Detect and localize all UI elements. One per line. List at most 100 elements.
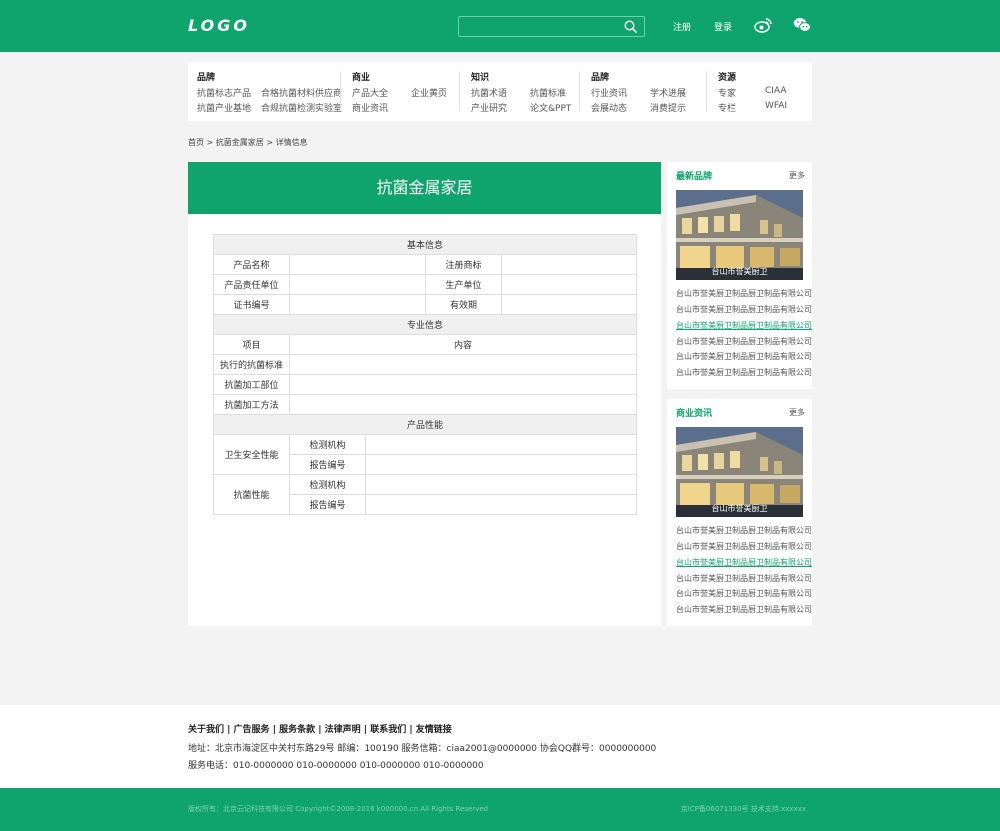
- register-link[interactable]: 注册: [673, 20, 691, 33]
- nav-item[interactable]: 论文&PPT: [530, 101, 571, 114]
- side-link[interactable]: 台山市誉美厨卫制品厨卫制品有限公司: [676, 351, 812, 362]
- side-link[interactable]: 台山市誉美厨卫制品厨卫制品有限公司: [676, 604, 812, 615]
- nav-divider: [459, 71, 460, 111]
- detail-panel: 抗菌金属家居 基本信息 产品名称 注册商标 产品责任单位 生产单位 证书编号 有…: [188, 162, 661, 626]
- side-link[interactable]: 台山市誉美厨卫制品厨卫制品有限公司: [676, 588, 812, 599]
- nav-item[interactable]: 抗菌标志产品: [197, 86, 251, 99]
- label-validity: 有效期: [425, 294, 502, 315]
- weibo-icon[interactable]: [754, 17, 772, 33]
- value-responsible: [289, 274, 426, 295]
- side-link[interactable]: 台山市誉美厨卫制品厨卫制品有限公司: [676, 320, 812, 331]
- nav-item[interactable]: 专家: [718, 86, 736, 99]
- value-validity: [500, 294, 638, 315]
- value-report-no: [364, 454, 638, 475]
- label-part: 抗菌加工部位: [213, 374, 290, 395]
- nav-item[interactable]: 合格抗菌材料供应商: [261, 86, 342, 99]
- nav-item[interactable]: 抗菌产业基地: [197, 101, 251, 114]
- nav-item[interactable]: 抗菌术语: [471, 86, 507, 99]
- value-test-org: [364, 434, 638, 455]
- copyright-text: 版权所有：北京云记科技有限公司 Copyright©2008-2016 k000…: [188, 805, 489, 813]
- product-info-table: 基本信息 产品名称 注册商标 产品责任单位 生产单位 证书编号 有效期 专业信息…: [212, 234, 638, 515]
- label-content: 内容: [288, 334, 638, 355]
- page-title: 抗菌金属家居: [188, 162, 661, 214]
- label-item: 项目: [213, 334, 290, 355]
- panel-title: 最新品牌: [676, 172, 713, 182]
- section-header: 基本信息: [212, 234, 638, 255]
- side-link[interactable]: 台山市誉美厨卫制品厨卫制品有限公司: [676, 573, 812, 584]
- side-link[interactable]: 台山市誉美厨卫制品厨卫制品有限公司: [676, 336, 812, 347]
- side-link[interactable]: 台山市誉美厨卫制品厨卫制品有限公司: [676, 557, 812, 568]
- side-link[interactable]: 台山市誉美厨卫制品厨卫制品有限公司: [676, 304, 812, 315]
- nav-item[interactable]: 产品大全: [352, 86, 388, 99]
- nav-item[interactable]: CIAA: [765, 86, 787, 96]
- icp-text: 京ICP备06071330号 技术支持:xxxxxx: [680, 805, 806, 813]
- label-trademark: 注册商标: [425, 254, 502, 275]
- footer: 关于我们 | 广告服务 | 服务条款 | 法律声明 | 联系我们 | 友情链接 …: [0, 705, 1000, 788]
- login-link[interactable]: 登录: [714, 20, 732, 33]
- search-icon[interactable]: [624, 20, 637, 33]
- nav-item[interactable]: 抗菌标准: [530, 86, 566, 99]
- news-image[interactable]: 台山市誉美厨卫: [676, 427, 803, 517]
- category-nav: 品牌 抗菌标志产品 合格抗菌材料供应商 抗菌产业基地 合规抗菌检测实验室 商业 …: [188, 62, 812, 121]
- nav-group-title[interactable]: 品牌: [197, 70, 215, 83]
- nav-item[interactable]: 会展动态: [591, 101, 627, 114]
- side-link[interactable]: 台山市誉美厨卫制品厨卫制品有限公司: [676, 525, 812, 536]
- business-news-panel: 商业资讯 更多 台山市誉美厨卫 台山市誉美厨卫制品厨卫制品有限公司 台山市誉美厨…: [667, 399, 812, 626]
- header: LOGO 注册 登录: [0, 0, 1000, 52]
- nav-item[interactable]: 消费提示: [650, 101, 686, 114]
- latest-brands-panel: 最新品牌 更多 台山市誉美厨卫 台山市誉美厨卫制品厨卫制品有限公司 台山市誉美厨…: [667, 162, 812, 389]
- image-caption: 台山市誉美厨卫: [711, 267, 768, 276]
- value-product-name: [289, 254, 426, 275]
- nav-divider: [579, 71, 580, 111]
- nav-item[interactable]: 学术进展: [650, 86, 686, 99]
- nav-item[interactable]: 合规抗菌检测实验室: [261, 101, 342, 114]
- label-hygiene: 卫生安全性能: [213, 434, 290, 475]
- nav-divider: [706, 71, 707, 111]
- footer-phone: 服务电话：010-0000000 010-0000000 010-0000000…: [188, 761, 484, 771]
- panel-title: 商业资讯: [676, 409, 713, 419]
- more-link[interactable]: 更多: [789, 407, 805, 418]
- side-link[interactable]: 台山市誉美厨卫制品厨卫制品有限公司: [676, 541, 812, 552]
- image-caption: 台山市誉美厨卫: [711, 504, 768, 513]
- search-box[interactable]: [458, 16, 645, 37]
- brand-image[interactable]: 台山市誉美厨卫: [676, 190, 803, 280]
- nav-item[interactable]: 商业资讯: [352, 101, 388, 114]
- nav-group-title[interactable]: 商业: [352, 70, 370, 83]
- value-test-org: [364, 474, 638, 495]
- footer-links[interactable]: 关于我们 | 广告服务 | 服务条款 | 法律声明 | 联系我们 | 友情链接: [188, 722, 452, 735]
- label-manufacturer: 生产单位: [425, 274, 502, 295]
- nav-group-title[interactable]: 品牌: [591, 70, 609, 83]
- label-standard: 执行的抗菌标准: [213, 354, 290, 375]
- value-trademark: [500, 254, 638, 275]
- copyright-bar: 版权所有：北京云记科技有限公司 Copyright©2008-2016 k000…: [0, 788, 1000, 831]
- nav-item[interactable]: 企业黄页: [411, 86, 447, 99]
- wechat-icon[interactable]: [793, 17, 811, 33]
- value-report-no: [364, 494, 638, 515]
- nav-item[interactable]: WFAI: [765, 101, 787, 111]
- side-link[interactable]: 台山市誉美厨卫制品厨卫制品有限公司: [676, 367, 812, 378]
- value-standard: [288, 354, 638, 375]
- value-part: [288, 374, 638, 395]
- footer-address: 地址：北京市海淀区中关村东路29号 邮编：100190 服务信箱：ciaa200…: [188, 744, 657, 754]
- label-test-org: 检测机构: [289, 434, 366, 455]
- nav-group-title[interactable]: 知识: [471, 70, 489, 83]
- search-input[interactable]: [463, 19, 613, 34]
- nav-divider: [340, 71, 341, 111]
- label-report-no: 报告编号: [289, 454, 366, 475]
- nav-item[interactable]: 产业研究: [471, 101, 507, 114]
- nav-group-title[interactable]: 资源: [718, 70, 736, 83]
- breadcrumb[interactable]: 首页 > 抗菌金属家居 > 详情信息: [188, 137, 308, 148]
- label-cert-no: 证书编号: [213, 294, 290, 315]
- label-antibacterial: 抗菌性能: [213, 474, 290, 515]
- more-link[interactable]: 更多: [789, 170, 805, 181]
- section-header: 产品性能: [212, 414, 638, 435]
- label-report-no: 报告编号: [289, 494, 366, 515]
- logo[interactable]: LOGO: [188, 16, 250, 35]
- label-responsible: 产品责任单位: [213, 274, 290, 295]
- side-link[interactable]: 台山市誉美厨卫制品厨卫制品有限公司: [676, 288, 812, 299]
- nav-item[interactable]: 行业资讯: [591, 86, 627, 99]
- nav-item[interactable]: 专栏: [718, 101, 736, 114]
- value-cert-no: [289, 294, 426, 315]
- label-product-name: 产品名称: [213, 254, 290, 275]
- section-header: 专业信息: [212, 314, 638, 335]
